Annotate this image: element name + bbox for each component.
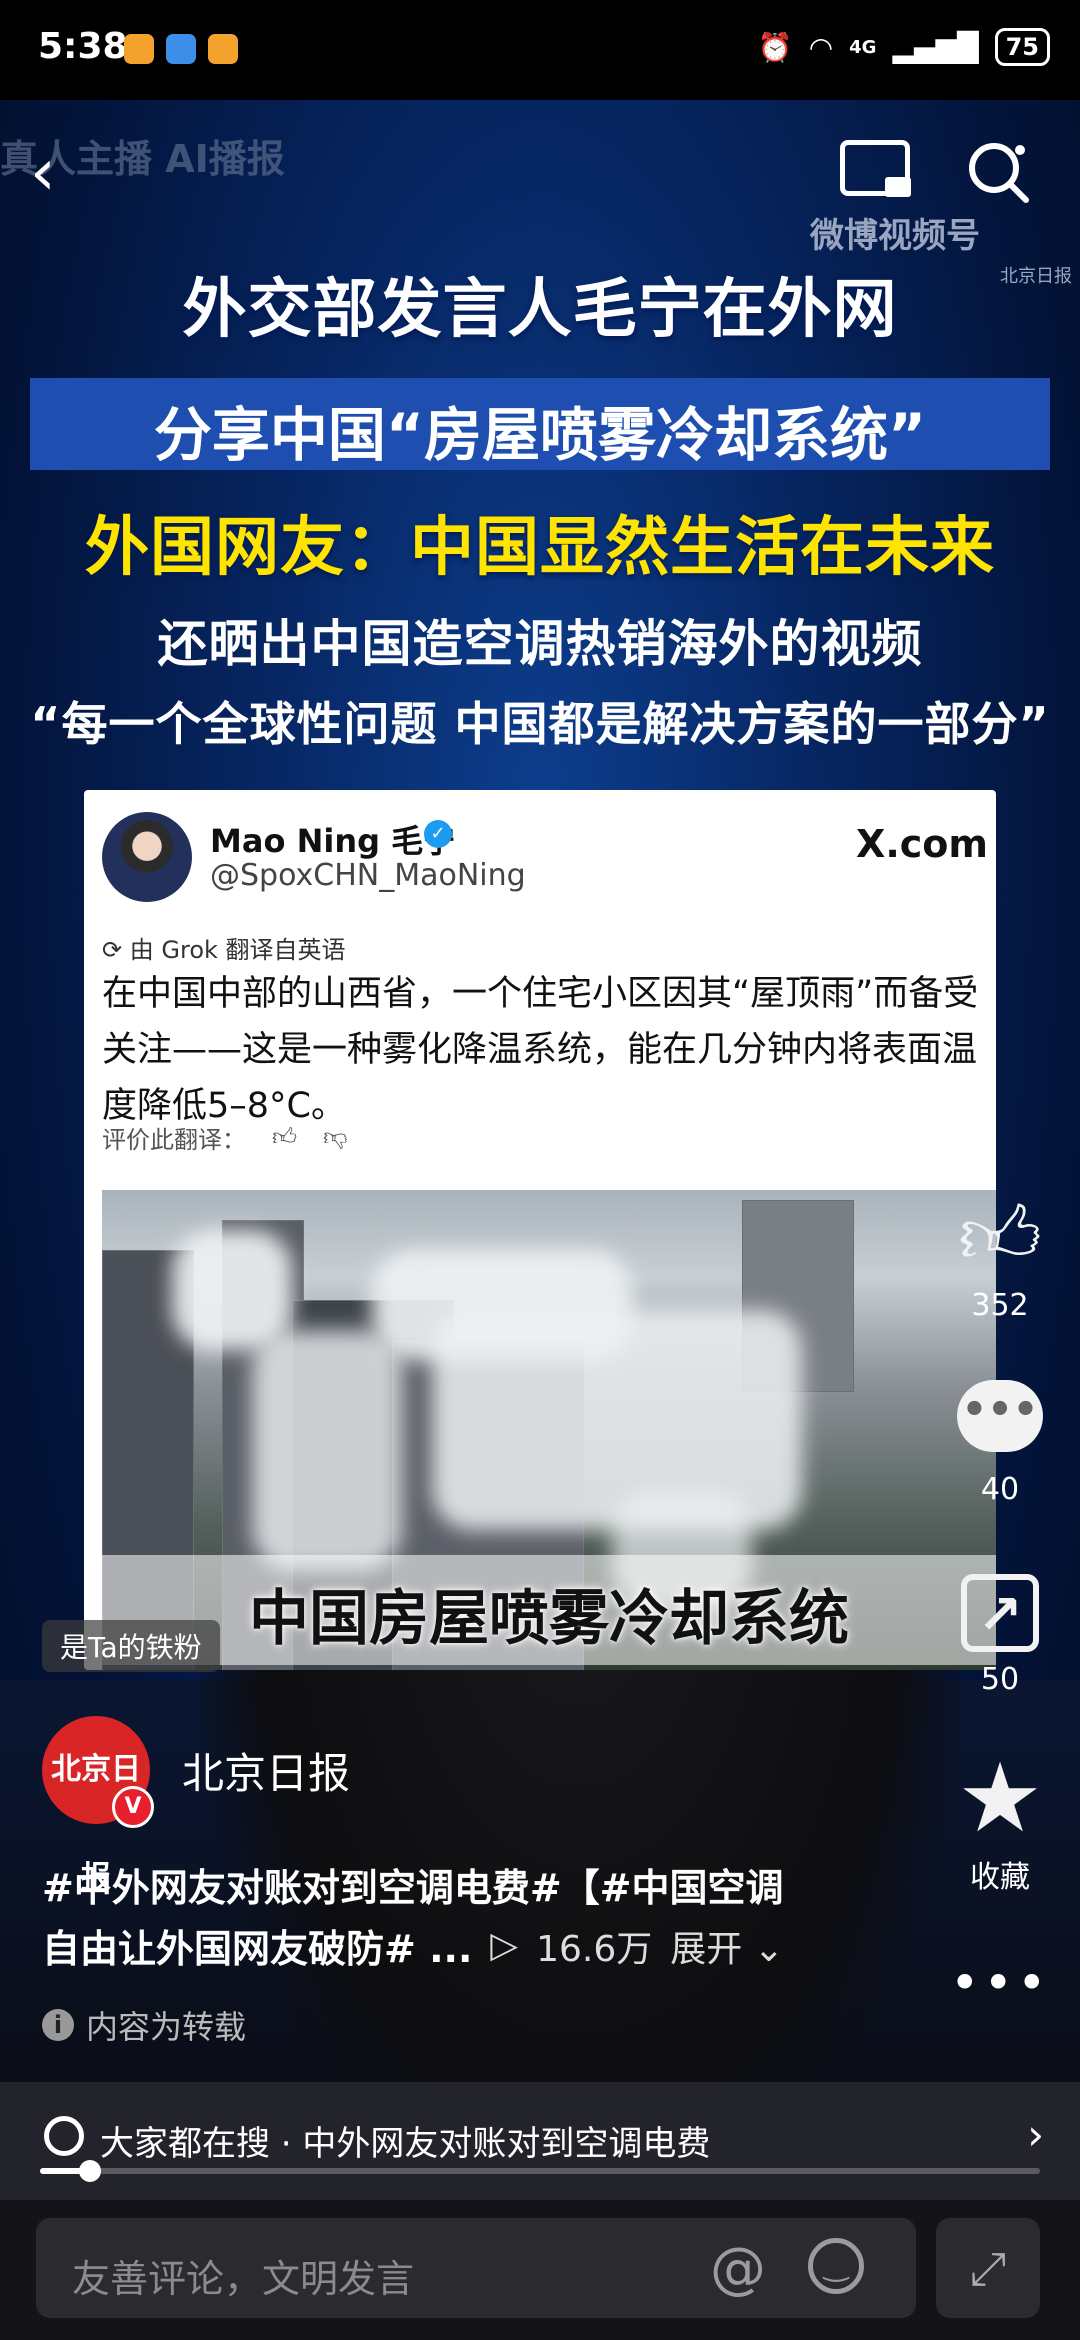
rate-translation-row: 评价此翻译： 👍︎ 👎︎	[102, 1120, 347, 1155]
tweet-avatar	[102, 812, 192, 902]
tweet-body: 在中国中部的山西省，一个住宅小区因其“屋顶雨”而备受关注——这是一种雾化降温系统…	[102, 974, 979, 1126]
repost-note: i 内容为转载	[42, 2002, 246, 2048]
rate-label: 评价此翻译：	[102, 1126, 246, 1154]
more-button[interactable]: •••	[950, 1954, 1050, 2012]
headline-banner: 分享中国“房屋喷雾冷却系统”	[30, 378, 1050, 470]
weibo-video-watermark: 微博视频号	[810, 216, 980, 256]
comment-placeholder: 友善评论，文明发言	[72, 2257, 415, 2301]
headline-2: 分享中国“房屋喷雾冷却系统”	[153, 401, 927, 469]
pip-button[interactable]	[840, 140, 911, 197]
search-button[interactable]	[964, 138, 1032, 206]
tweet-handle: @SpoxCHN_MaoNing	[210, 858, 526, 893]
caption-line-1[interactable]: #中外网友对账对到空调电费#【#中国空调	[42, 1858, 872, 1918]
x-logo: X.com	[856, 822, 988, 866]
media-caption: 中国房屋喷雾冷却系统	[249, 1584, 849, 1654]
search-icon	[969, 143, 1029, 203]
video-progress-handle[interactable]	[79, 2160, 101, 2182]
thumbs-up-icon: 👍︎	[272, 1123, 298, 1151]
comment-count: 40	[980, 1472, 1020, 1507]
tweet-author-name: Mao Ning 毛宁	[210, 822, 456, 860]
repost-note-text: 内容为转载	[86, 2008, 247, 2046]
emoji-icon[interactable]: ‿	[808, 2238, 864, 2294]
info-icon: i	[42, 2009, 74, 2041]
headline-5: “每一个全球性问题 中国都是解决方案的一部分”	[30, 697, 1050, 751]
verified-icon: ✓	[424, 820, 452, 848]
tweet-card: Mao Ning 毛宁 ✓ @SpoxCHN_MaoNing X.com ⟳ 由…	[84, 790, 996, 1670]
status-indicators: ⏰ ◠ 4G ▂▄▆█ 75	[758, 28, 1050, 66]
weibo-notification-icon-2	[208, 34, 238, 64]
expand-label: 展开	[670, 1928, 743, 1970]
video-progress-track[interactable]	[40, 2168, 1040, 2174]
back-button[interactable]: ‹	[30, 136, 56, 210]
headline-1: 外交部发言人毛宁在外网	[182, 273, 898, 347]
verified-v-icon: V	[112, 1786, 154, 1828]
search-icon	[44, 2116, 84, 2156]
star-icon: ★	[956, 1742, 1044, 1854]
translate-icon: ⟳	[102, 936, 130, 964]
share-count: 50	[980, 1662, 1020, 1697]
fullscreen-comment-button[interactable]: ⤢	[936, 2218, 1040, 2318]
status-time: 5:38	[38, 26, 128, 67]
weibo-notification-icon	[124, 34, 154, 64]
play-icon: ▷	[490, 1925, 519, 1966]
alarm-icon: ⏰	[757, 30, 793, 64]
headline-4: 还晒出中国造空调热销海外的视频	[157, 615, 923, 673]
like-count: 352	[971, 1288, 1029, 1323]
hot-search-text: 大家都在搜 · 中外网友对账对到空调电费	[100, 2124, 711, 2164]
chevron-left-icon: ‹	[30, 136, 56, 210]
translate-note: ⟳ 由 Grok 翻译自英语	[102, 930, 346, 965]
more-dots-icon: •••	[950, 1954, 1051, 2012]
share-button[interactable]: ↗ 50	[950, 1574, 1050, 1697]
tweet-media-image: 中国房屋喷雾冷却系统	[102, 1190, 996, 1670]
comment-bubble-icon: •••	[957, 1380, 1043, 1452]
favorite-label: 收藏	[970, 1860, 1030, 1895]
network-label: 4G	[849, 36, 877, 58]
headline-3: 外国网友：中国显然生活在未来	[85, 511, 995, 585]
thumbs-up-icon: 👍︎	[958, 1189, 1042, 1282]
expand-icon: ⤢	[969, 2241, 1007, 2295]
author-name[interactable]: 北京日报	[182, 1740, 350, 1801]
pip-icon	[885, 177, 911, 197]
cloud-notification-icon	[166, 34, 196, 64]
chevron-down-icon: ⌄	[742, 1928, 784, 1970]
share-icon: ↗	[961, 1574, 1039, 1652]
like-button[interactable]: 👍︎ 352	[950, 1188, 1050, 1323]
mention-icon[interactable]: @	[710, 2236, 766, 2301]
battery-icon: 75	[994, 28, 1050, 66]
wifi-icon: ◠	[808, 30, 834, 64]
expand-caption-button[interactable]: 展开 ⌄	[670, 1920, 784, 1972]
chevron-right-icon: ›	[1027, 2110, 1044, 2159]
view-count: 16.6万	[536, 1928, 653, 1970]
signal-icon: ▂▄▆█	[892, 30, 979, 64]
caption-line-2-row: 自由让外国网友破防# ... ▷ 16.6万 展开 ⌄	[42, 1918, 784, 1973]
favorite-button[interactable]: ★ 收藏	[950, 1748, 1050, 1896]
fan-tag: 是Ta的铁粉	[42, 1620, 220, 1672]
caption-line-2[interactable]: 自由让外国网友破防# ...	[42, 1918, 472, 1973]
comment-button[interactable]: ••• 40	[950, 1380, 1050, 1507]
thumbs-down-icon: 👎︎	[323, 1123, 348, 1151]
hot-search-bar[interactable]: 大家都在搜 · 中外网友对账对到空调电费 ›	[0, 2082, 1080, 2202]
translate-note-text: 由 Grok 翻译自英语	[129, 936, 346, 964]
